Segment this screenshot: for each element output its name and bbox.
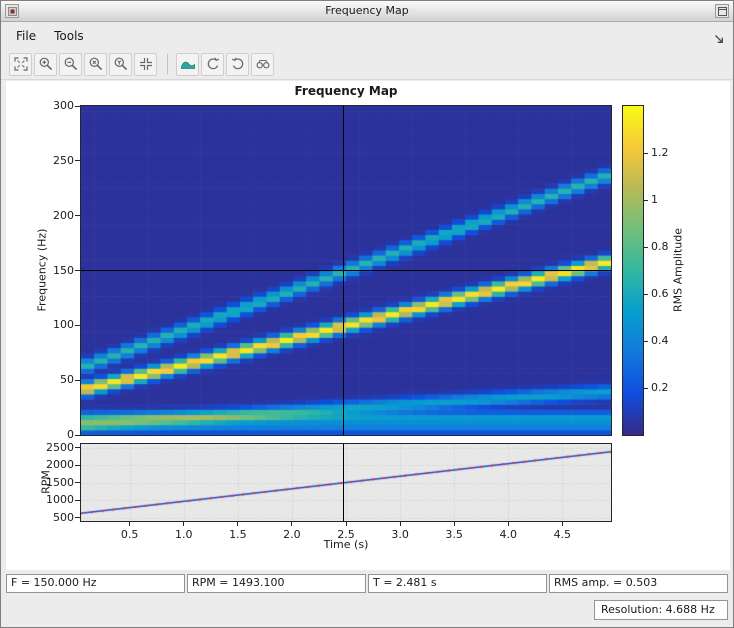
rpm-tick-label: 2000 <box>46 458 74 471</box>
time-tick-label: 4.5 <box>553 528 572 541</box>
rpm-cursor-line[interactable] <box>343 444 345 521</box>
titlebar[interactable]: Frequency Map <box>1 1 733 22</box>
colorbar-label: RMS Amplitude <box>671 228 685 312</box>
window-dock-icon <box>717 4 727 19</box>
time-tick-mark <box>453 522 455 526</box>
status-time: T = 2.481 s <box>368 574 547 593</box>
time-tick-label: 0.5 <box>120 528 139 541</box>
menubar: File Tools <box>1 23 733 49</box>
fit-view-button[interactable] <box>9 52 32 76</box>
menu-tools[interactable]: Tools <box>45 25 93 47</box>
rpm-tick-mark <box>75 517 80 518</box>
frequency-map-window: Frequency Map File Tools Frequency Map F… <box>0 0 734 628</box>
freq-tick-label: 200 <box>53 208 74 222</box>
time-tick-mark <box>507 522 509 526</box>
restore-view-button[interactable] <box>134 52 157 76</box>
toolbar <box>1 49 733 80</box>
rotate-cw-button[interactable] <box>226 52 249 76</box>
colorbar <box>622 105 644 436</box>
colorbar-tick-mark <box>644 199 648 201</box>
surface-view-button[interactable] <box>176 52 199 76</box>
freq-tick-mark <box>75 324 80 326</box>
freq-tick-mark <box>75 215 80 217</box>
zoom-y-button[interactable] <box>109 52 132 76</box>
menu-file[interactable]: File <box>7 25 45 47</box>
zoom-in-icon <box>38 56 54 72</box>
zoom-in-button[interactable] <box>34 52 57 76</box>
rpm-tick-label: 2500 <box>46 440 74 454</box>
colorbar-tick-mark <box>644 340 648 342</box>
time-tick-mark <box>561 522 563 526</box>
time-tick-label: 2.5 <box>337 528 355 541</box>
rpm-tick-label: 500 <box>53 510 74 524</box>
rpm-tick-mark <box>75 464 80 466</box>
zoom-out-icon <box>63 56 79 72</box>
time-tick-mark <box>129 522 131 526</box>
surface-icon <box>180 56 196 72</box>
rotate-ccw-icon <box>205 56 221 72</box>
colorbar-tick-label: 0.8 <box>651 240 669 253</box>
time-tick-label: 3.5 <box>445 528 463 541</box>
status-rpm: RPM = 1493.100 <box>187 574 366 593</box>
status-bar: F = 150.000 Hz RPM = 1493.100 T = 2.481 … <box>6 574 728 593</box>
rpm-tick-mark <box>75 499 80 501</box>
rotate-ccw-button[interactable] <box>201 52 224 76</box>
binoculars-icon <box>255 56 271 72</box>
zoom-x-icon <box>88 56 104 72</box>
resolution-indicator: Resolution: 4.688 Hz <box>594 600 728 620</box>
zoom-x-button[interactable] <box>84 52 107 76</box>
freq-tick-label: 250 <box>53 153 74 167</box>
time-tick-label: 2.0 <box>283 528 301 541</box>
time-tick-label: 1.0 <box>175 528 193 541</box>
freq-tick-mark <box>75 434 80 436</box>
status-frequency: F = 150.000 Hz <box>6 574 185 593</box>
rpm-tick-label: 1000 <box>46 493 74 506</box>
colorbar-tick-mark <box>644 152 648 154</box>
freq-tick-mark <box>75 160 80 162</box>
colorbar-tick-mark <box>644 387 648 389</box>
time-tick-mark <box>399 522 401 526</box>
colorbar-tick-label: 1 <box>651 193 658 206</box>
time-tick-label: 3.0 <box>391 528 409 541</box>
freq-tick-mark <box>75 105 80 107</box>
plot-title: Frequency Map <box>294 84 398 98</box>
zoom-out-button[interactable] <box>59 52 82 76</box>
freq-tick-label: 0 <box>67 428 74 441</box>
rpm-tick-mark <box>75 447 80 448</box>
window-title: Frequency Map <box>325 4 409 17</box>
time-tick-label: 4.0 <box>499 528 517 541</box>
freq-tick-label: 300 <box>53 99 74 112</box>
dock-arrow-icon[interactable] <box>713 30 725 43</box>
colorbar-tick-mark <box>644 246 648 248</box>
window-dock-button[interactable] <box>715 4 729 18</box>
colorbar-tick-label: 1.2 <box>651 146 669 159</box>
colorbar-tick-mark <box>644 293 648 295</box>
rpm-plot-canvas[interactable] <box>80 443 612 522</box>
time-tick-mark <box>183 522 185 526</box>
freq-tick-label: 150 <box>53 263 74 277</box>
colorbar-tick-label: 0.2 <box>651 381 669 394</box>
time-tick-mark <box>291 522 293 526</box>
time-tick-mark <box>237 522 239 526</box>
freq-tick-label: 100 <box>53 318 74 332</box>
status-rms-amplitude: RMS amp. = 0.503 <box>549 574 728 593</box>
rpm-tick-label: 1500 <box>46 475 74 489</box>
freq-tick-mark <box>75 379 80 381</box>
map-crosshair-horizontal[interactable] <box>81 270 611 271</box>
zoom-y-icon <box>113 56 129 72</box>
time-tick-mark <box>345 522 347 526</box>
figure-area: Frequency Map Frequency (Hz) RMS Amplitu… <box>6 81 730 570</box>
colorbar-tick-label: 0.4 <box>651 334 669 347</box>
time-tick-label: 1.5 <box>229 528 247 541</box>
rotate-cw-icon <box>230 56 246 72</box>
freq-tick-label: 50 <box>60 373 74 387</box>
rpm-tick-mark <box>75 482 80 483</box>
fit-view-icon <box>13 56 29 72</box>
colorbar-tick-label: 0.6 <box>651 287 669 300</box>
restore-view-icon <box>138 56 154 72</box>
binoculars-button[interactable] <box>251 52 274 76</box>
freq-tick-mark <box>75 270 80 271</box>
toolbar-separator <box>167 54 168 74</box>
